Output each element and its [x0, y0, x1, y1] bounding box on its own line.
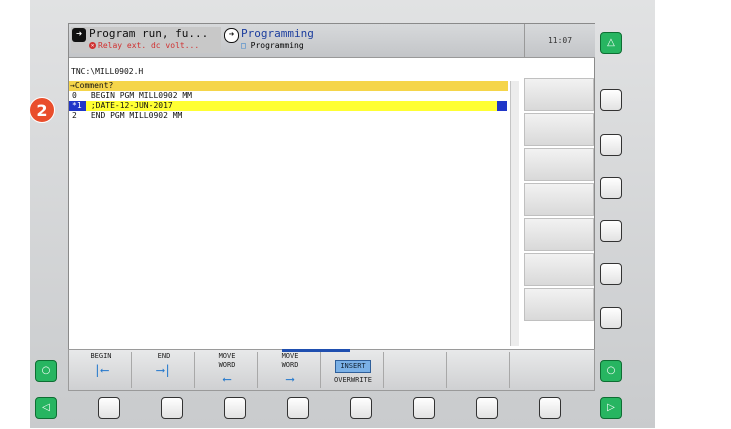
right-softkey-4[interactable]	[524, 183, 594, 216]
program-line[interactable]: 0 BEGIN PGM MILL0902 MM	[69, 91, 507, 101]
insert-mode-badge: INSERT	[335, 360, 371, 373]
vertical-scrollbar[interactable]	[510, 81, 519, 346]
line-text: ;DATE-12-JUN-2017	[90, 101, 173, 110]
softkey-word-label-2: WORD	[281, 361, 299, 369]
hw-right-key-6[interactable]	[600, 307, 622, 329]
right-softkey-6[interactable]	[524, 253, 594, 286]
mode-programming[interactable]: ➜ Programming □ Programming	[223, 27, 373, 53]
scroll-right-icon[interactable]: ▷	[600, 397, 622, 419]
right-softkey-1[interactable]	[524, 78, 594, 111]
hw-bottom-key-8[interactable]	[539, 397, 561, 419]
hw-right-key-3[interactable]	[600, 177, 622, 199]
softkey-empty-8[interactable]	[512, 352, 572, 388]
right-softkey-2[interactable]	[524, 113, 594, 146]
callout-badge: 2	[29, 97, 55, 123]
error-status-text: Relay ext. dc volt...	[98, 41, 200, 50]
comment-prompt: →Comment?	[69, 81, 508, 91]
mode-program-run-title: Program run, fu...	[89, 27, 209, 40]
hw-bottom-key-5[interactable]	[350, 397, 372, 419]
line-number: 2	[72, 111, 77, 120]
mode-programming-title: Programming	[241, 27, 314, 40]
clock: 11:07	[524, 24, 595, 58]
softkey-move-label-1: MOVE	[218, 352, 236, 360]
arrow-left-icon: ⟵	[223, 372, 231, 386]
tnc-screen: ➜ Program run, fu... ✕ Relay ext. dc volt…	[68, 23, 595, 350]
line-number: 0	[72, 91, 77, 100]
softkey-switch-left-icon[interactable]: ○	[35, 360, 57, 382]
softkey-switch-icon[interactable]: ○	[600, 360, 622, 382]
hw-right-key-5[interactable]	[600, 263, 622, 285]
arrow-left-bar-icon: |⟵	[93, 363, 109, 377]
arrow-right-bar-icon: ⟶|	[156, 363, 172, 377]
line-text: BEGIN PGM MILL0902 MM	[90, 91, 192, 100]
hw-right-key-2[interactable]	[600, 134, 622, 156]
softkey-end-label: END	[157, 352, 171, 360]
softkey-move-word-right[interactable]: MOVE WORD ⟶	[260, 352, 321, 388]
line-number: *1	[69, 101, 86, 111]
hw-bottom-key-7[interactable]	[476, 397, 498, 419]
softkey-insert-overwrite[interactable]: INSERT OVERWRITE	[323, 352, 384, 388]
arrow-right-icon: ➜	[72, 28, 86, 42]
mode-programming-subtitle-text: Programming	[250, 41, 304, 50]
arrow-right-circle-icon: ➜	[224, 28, 239, 43]
mode-program-run[interactable]: ➜ Program run, fu... ✕ Relay ext. dc volt…	[71, 27, 221, 53]
softkey-move-label-2: MOVE	[281, 352, 299, 360]
softkey-move-word-left[interactable]: MOVE WORD ⟵	[197, 352, 258, 388]
mode-programming-subtitle: □ Programming	[241, 41, 304, 50]
hw-bottom-key-3[interactable]	[224, 397, 246, 419]
folder-icon: □	[241, 41, 246, 50]
active-softkey-indicator	[282, 349, 350, 352]
right-softkey-7[interactable]	[524, 288, 594, 321]
hw-bottom-key-6[interactable]	[413, 397, 435, 419]
line-text: END PGM MILL0902 MM	[90, 111, 183, 120]
error-icon: ✕	[89, 42, 96, 49]
softkey-up-icon[interactable]: △	[600, 32, 622, 54]
softkey-empty-6[interactable]	[386, 352, 447, 388]
softkey-word-label-1: WORD	[218, 361, 236, 369]
hw-bottom-key-2[interactable]	[161, 397, 183, 419]
softkey-bar: BEGIN |⟵ END ⟶| MOVE WORD ⟵ MOVE WORD ⟶ …	[68, 349, 595, 391]
program-line-active[interactable]: *1 ;DATE-12-JUN-2017	[69, 101, 507, 111]
scroll-left-icon[interactable]: ◁	[35, 397, 57, 419]
softkey-begin[interactable]: BEGIN |⟵	[71, 352, 132, 388]
hw-bottom-key-1[interactable]	[98, 397, 120, 419]
file-path: TNC:\MILL0902.H	[71, 67, 144, 76]
hw-right-key-1[interactable]	[600, 89, 622, 111]
softkey-end[interactable]: END ⟶|	[134, 352, 195, 388]
hw-right-key-4[interactable]	[600, 220, 622, 242]
softkey-empty-7[interactable]	[449, 352, 510, 388]
arrow-right-icon: ⟶	[286, 372, 294, 386]
hw-bottom-key-4[interactable]	[287, 397, 309, 419]
text-cursor	[497, 101, 507, 111]
program-line[interactable]: 2 END PGM MILL0902 MM	[69, 111, 507, 121]
error-status: ✕ Relay ext. dc volt...	[89, 41, 199, 50]
overwrite-label: OVERWRITE	[334, 376, 372, 384]
right-softkey-5[interactable]	[524, 218, 594, 251]
mode-bar: ➜ Program run, fu... ✕ Relay ext. dc volt…	[69, 24, 524, 58]
softkey-begin-label: BEGIN	[90, 352, 112, 360]
right-softkey-3[interactable]	[524, 148, 594, 181]
